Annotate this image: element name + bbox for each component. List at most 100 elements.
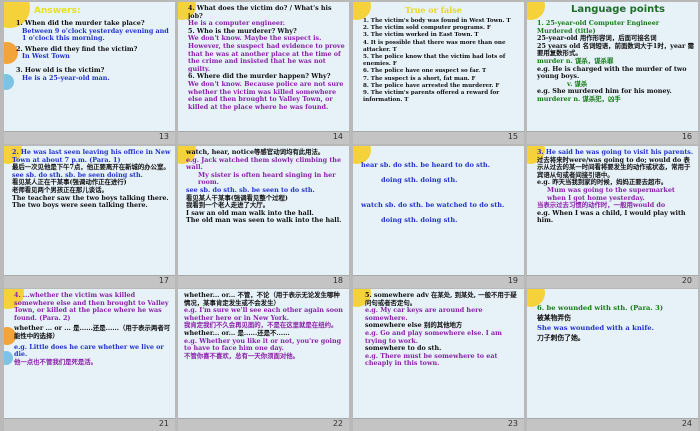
pattern: doing sth. doing sth.: [381, 176, 458, 184]
example: e.g. Little does he care whether we live…: [14, 342, 164, 359]
slide-content: True or false 1. The victim's body was f…: [353, 2, 524, 131]
translation: 不管你喜不喜欢，总有一天你须面对他。: [184, 351, 300, 360]
note: 25 years old 名词短语，前面数词大于1时，year 需要用复数形式。: [537, 41, 695, 58]
example: My sister is often heard singing in her …: [198, 170, 336, 187]
slide-number: 20: [681, 276, 692, 285]
example: The two boys were seen talking there.: [12, 201, 148, 210]
heading: 5. somewhere adv 在某处, 到某处, 一般不用于疑问句或者否定句…: [365, 291, 517, 307]
example: e.g. When I was a child, I would play wi…: [537, 208, 686, 225]
slide-thumbnail[interactable]: Language points 1. 25-year-old Computer …: [527, 2, 698, 144]
note: whether... or... 不管，不论（用于表示无论发生哪种情况，某事肯定…: [184, 291, 340, 307]
heading: 6. be wounded with sth. (Para. 3): [537, 304, 664, 312]
slide-thumbnail[interactable]: hear sb. do sth. be heard to do sth. doi…: [353, 146, 524, 288]
slide-number-bar: 16: [527, 131, 698, 144]
slide-number-bar: 19: [353, 275, 524, 288]
slide-thumbnail[interactable]: 3. He said he was going to visit his par…: [527, 146, 698, 288]
slide-number: 13: [158, 132, 169, 141]
statement: 6. The police have one suspect so far. T: [363, 68, 487, 75]
slide-number: 19: [507, 276, 518, 285]
statement: 2. The victim sold computer programs. F: [363, 25, 491, 32]
slide-number-bar: 13: [4, 131, 175, 144]
example: The old man was seen to walk into the ha…: [186, 216, 342, 225]
slide-thumbnail[interactable]: 4. What does the victim do? / What's his…: [178, 2, 349, 144]
slide-number: 16: [681, 132, 692, 141]
slide-number: 17: [158, 276, 169, 285]
slide-content: Language points 1. 25-year-old Computer …: [527, 2, 698, 131]
answer: We don't know. Because police are not su…: [188, 79, 344, 111]
statement: 5. The police know that the victim had l…: [363, 54, 506, 68]
slide-number-bar: 24: [527, 418, 698, 431]
decor-circle: [4, 74, 14, 90]
slide-number-bar: 14: [178, 131, 349, 144]
translation: 他一点也不管我们是死是活。: [14, 357, 98, 366]
pattern: watch sb. do sth. be watched to do sth.: [361, 201, 505, 209]
slide-content: Answers: 1. When did the murder take pla…: [4, 2, 175, 131]
heading: 2. He was last seen leaving his office i…: [12, 148, 171, 164]
slide-thumbnail[interactable]: 4. ...whether the victim was killed some…: [4, 289, 175, 431]
slide-number-bar: 23: [353, 418, 524, 431]
slide-content: 2. He was last seen leaving his office i…: [4, 146, 175, 275]
decor-circle: [4, 351, 13, 365]
question: 4. What does the victim do? / What's his…: [188, 4, 332, 20]
slide-number: 21: [158, 419, 169, 428]
translation: 刀子刺伤了她。: [537, 334, 585, 342]
slide-title: True or false: [405, 5, 462, 15]
slide-number-bar: 18: [178, 275, 349, 288]
answer: We don't know. Maybe the suspect is. How…: [188, 34, 345, 73]
slide-number: 22: [332, 419, 343, 428]
example: Mum was going to the supermarket when I …: [547, 185, 675, 202]
answer: He is a 25-year-old man.: [22, 73, 110, 82]
slide-content: 3. He said he was going to visit his par…: [527, 146, 698, 275]
slide-thumbnail[interactable]: 5. somewhere adv 在某处, 到某处, 一般不用于疑问句或者否定句…: [353, 289, 524, 431]
example: e.g. Go and play somewhere else. I am tr…: [365, 328, 502, 345]
example: e.g. There must be somewhere to eat chea…: [365, 351, 498, 368]
heading: 1. 25-year-old Computer Engineer Murdere…: [537, 19, 660, 35]
slide-number: 24: [681, 419, 692, 428]
slide-thumbnail[interactable]: watch, hear, notice等感官动词均有此用法。 e.g. Jack…: [178, 146, 349, 288]
slide-title: Language points: [571, 4, 665, 15]
example: She was wounded with a knife.: [537, 324, 654, 332]
heading: 4. ...whether the victim was killed some…: [14, 291, 169, 322]
slide-number-bar: 22: [178, 418, 349, 431]
slide-content: 4. ...whether the victim was killed some…: [4, 289, 175, 418]
pattern: doing sth. doing sth.: [381, 216, 458, 224]
note: whether ... or ... 是......还是......（用于表示两…: [14, 324, 171, 340]
decor-circle: [527, 2, 545, 20]
slide-sorter-grid: Answers: 1. When did the murder take pla…: [0, 0, 700, 431]
statement: 1. The victim's body was found in West T…: [363, 18, 511, 24]
slide-title: Answers:: [34, 6, 81, 16]
note: 过去将来时were/was going to do; would do 表示从过…: [537, 155, 691, 179]
slide-thumbnail[interactable]: whether... or... 不管，不论（用于表示无论发生哪种情况，某事肯定…: [178, 289, 349, 431]
slide-content: 6. be wounded with sth. (Para. 3) 被某物弄伤 …: [527, 289, 698, 418]
example: e.g. Whether you like it or not, you're …: [184, 336, 342, 353]
slide-number: 15: [507, 132, 518, 141]
slide-thumbnail[interactable]: 6. be wounded with sth. (Para. 3) 被某物弄伤 …: [527, 289, 698, 431]
slide-thumbnail[interactable]: True or false 1. The victim's body was f…: [353, 2, 524, 144]
statement: 9. The victim's parents offered a reward…: [363, 90, 500, 104]
slide-number-bar: 21: [4, 418, 175, 431]
slide-number-bar: 17: [4, 275, 175, 288]
slide-content: hear sb. do sth. be heard to do sth. doi…: [353, 146, 524, 275]
statement: 7. The suspect is a short, fat man. F: [363, 75, 476, 82]
slide-number: 18: [332, 276, 343, 285]
slide-content: 5. somewhere adv 在某处, 到某处, 一般不用于疑问句或者否定句…: [353, 289, 524, 418]
statement: 3. The victim worked in East Town. T: [363, 32, 479, 39]
slide-number: 23: [507, 419, 518, 428]
answer: Between 9 o'clock yesterday evening and …: [22, 26, 169, 43]
example: e.g. Jack watched them slowly climbing t…: [186, 155, 342, 172]
slide-content: watch, hear, notice等感官动词均有此用法。 e.g. Jack…: [178, 146, 349, 275]
translation: 被某物弄伤: [537, 314, 571, 322]
slide-number-bar: 15: [353, 131, 524, 144]
slide-content: 4. What does the victim do? / What's his…: [178, 2, 349, 131]
slide-thumbnail[interactable]: Answers: 1. When did the murder take pla…: [4, 2, 175, 144]
example: e.g. He is charged with the murder of tw…: [537, 64, 687, 81]
slide-thumbnail[interactable]: 2. He was last seen leaving his office i…: [4, 146, 175, 288]
statement: 8. The police have arrested the murderer…: [363, 82, 500, 89]
vocab: murderer n. 谋杀犯，凶手: [537, 94, 621, 103]
answer: In West Town: [22, 52, 70, 61]
slide-content: whether... or... 不管，不论（用于表示无论发生哪种情况，某事肯定…: [178, 289, 349, 418]
slide-number-bar: 20: [527, 275, 698, 288]
pattern: hear sb. do sth. be heard to do sth.: [361, 161, 491, 169]
slide-number: 14: [332, 132, 343, 141]
statement: 4. It is possible that there was more th…: [363, 39, 506, 53]
